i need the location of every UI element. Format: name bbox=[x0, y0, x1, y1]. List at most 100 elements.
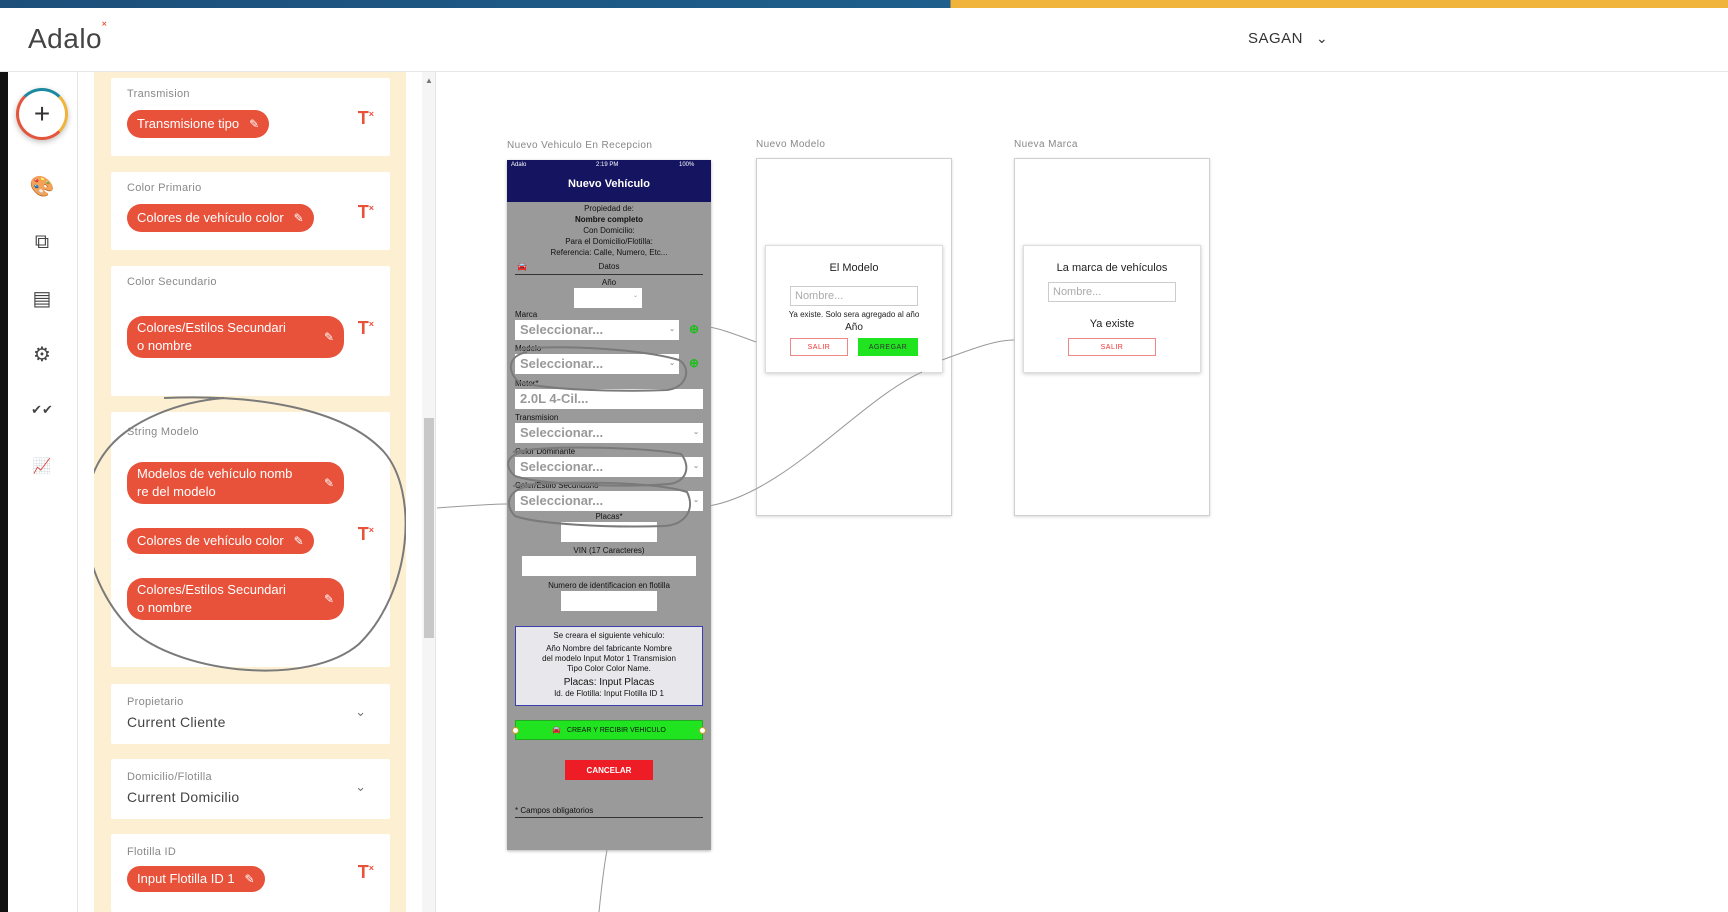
properties-panel: Transmision Transmisione tipo ✎ T× Color … bbox=[94, 72, 406, 912]
magic-text-icon[interactable]: T× bbox=[358, 318, 374, 339]
status-time: 2:19 PM bbox=[596, 162, 619, 168]
scroll-up-icon[interactable]: ▲ bbox=[425, 76, 433, 85]
label-placas: Placas* bbox=[595, 512, 623, 521]
edit-pencil-icon[interactable]: ✎ bbox=[294, 533, 304, 549]
exists-note: Ya existe. Solo sera agregado al año bbox=[788, 310, 920, 319]
modelo-select[interactable]: Seleccionar... ⌄ bbox=[515, 354, 679, 374]
select-value: Current Cliente bbox=[127, 714, 226, 730]
screen-label[interactable]: Nuevo Modelo bbox=[756, 139, 825, 150]
edit-pencil-icon[interactable]: ✎ bbox=[294, 210, 304, 226]
screen-label[interactable]: Nueva Marca bbox=[1014, 139, 1078, 150]
label-color-secundario: Color/Estilo Secundario bbox=[515, 481, 599, 490]
transmision-field: Transmision Transmisione tipo ✎ T× bbox=[111, 78, 390, 156]
add-modelo-icon[interactable]: ⊕ bbox=[689, 356, 699, 370]
phone-header: Adalo 2:19 PM 100% Nuevo Vehículo bbox=[507, 160, 711, 202]
placas-input[interactable] bbox=[561, 522, 657, 542]
summary-placas: Placas: Input Placas bbox=[563, 677, 655, 688]
add-component-button[interactable]: + bbox=[16, 88, 68, 140]
agregar-button[interactable]: AGREGAR bbox=[858, 338, 918, 356]
label-transmision: Transmision bbox=[515, 413, 559, 422]
analytics-chart-icon[interactable]: 📈 bbox=[28, 452, 56, 480]
chevron-down-icon[interactable]: ⌄ bbox=[355, 704, 366, 720]
adalo-logo[interactable]: Adalo˟ bbox=[28, 19, 107, 55]
screen-label[interactable]: Nuevo Vehiculo En Recepcion bbox=[507, 140, 652, 151]
label-anio: Año bbox=[601, 278, 617, 287]
text-con-domicilio: Con Domicilio: bbox=[583, 226, 635, 235]
magic-text-pill[interactable]: Input Flotilla ID 1 ✎ bbox=[127, 866, 265, 892]
screens-icon[interactable]: ⧉ bbox=[28, 228, 56, 256]
top-accent-stripe bbox=[0, 0, 1728, 8]
edit-pencil-icon[interactable]: ✎ bbox=[324, 475, 334, 491]
salir-button[interactable]: SALIR bbox=[790, 338, 848, 356]
magic-text-pill[interactable]: Colores de vehículo color ✎ bbox=[127, 528, 314, 554]
vin-input[interactable] bbox=[522, 556, 696, 576]
resize-handle[interactable] bbox=[512, 727, 519, 734]
edit-pencil-icon[interactable]: ✎ bbox=[244, 871, 254, 887]
field-label: Transmision bbox=[127, 88, 190, 100]
publish-check-icon[interactable]: ✔✔ bbox=[28, 396, 56, 424]
section-datos: Datos bbox=[598, 262, 620, 271]
screen-nueva-marca[interactable]: La marca de vehículos Nombre... Ya exist… bbox=[1014, 158, 1210, 516]
magic-text-icon[interactable]: T× bbox=[358, 524, 374, 545]
divider bbox=[515, 817, 703, 818]
magic-text-pill[interactable]: Colores/Estilos Secundari o nombre ✎ bbox=[127, 316, 344, 358]
color-secundario-select[interactable]: Seleccionar... ⌄ bbox=[515, 491, 703, 511]
panel-scrollbar[interactable]: ▲ bbox=[422, 72, 436, 912]
text-para: Para el Domicilio/Flotilla: bbox=[565, 237, 653, 246]
label-modelo: Modelo bbox=[515, 344, 542, 353]
label-anio: Año bbox=[845, 322, 863, 333]
nombre-input[interactable]: Nombre... bbox=[1048, 282, 1176, 302]
screen-nuevo-vehiculo[interactable]: Adalo 2:19 PM 100% Nuevo Vehículo Propie… bbox=[507, 160, 711, 850]
magic-text-pill[interactable]: Transmisione tipo ✎ bbox=[127, 110, 270, 138]
modal-title: El Modelo bbox=[829, 262, 879, 274]
domicilio-field[interactable]: Domicilio/Flotilla Current Domicilio ⌄ bbox=[111, 759, 390, 819]
anio-dropdown[interactable]: ⌄ bbox=[574, 288, 642, 308]
edit-pencil-icon[interactable]: ✎ bbox=[249, 116, 259, 132]
summary-flotilla: Id. de Flotilla: Input Flotilla ID 1 bbox=[554, 689, 664, 698]
status-carrier: Adalo bbox=[511, 162, 527, 168]
field-label: String Modelo bbox=[127, 426, 199, 438]
car-icon: 🚘 bbox=[552, 727, 561, 734]
select-value: Current Domicilio bbox=[127, 789, 240, 805]
edit-pencil-icon[interactable]: ✎ bbox=[324, 591, 334, 607]
database-icon[interactable]: ▤ bbox=[28, 284, 56, 312]
branding-palette-icon[interactable]: 🎨 bbox=[28, 172, 56, 200]
text-nombre: Nombre completo bbox=[574, 215, 643, 224]
edit-pencil-icon[interactable]: ✎ bbox=[324, 329, 334, 345]
label-vin: VIN (17 Caracteres) bbox=[573, 546, 645, 555]
color-dominante-select[interactable]: Seleccionar... ⌄ bbox=[515, 457, 703, 477]
flotilla-id-field: Flotilla ID Input Flotilla ID 1 ✎ T× bbox=[111, 834, 390, 912]
marca-modal: La marca de vehículos Nombre... Ya exist… bbox=[1023, 245, 1201, 373]
status-battery: 100% bbox=[679, 162, 695, 168]
chevron-down-icon[interactable]: ⌄ bbox=[355, 779, 366, 795]
divider bbox=[515, 274, 703, 275]
label-marca: Marca bbox=[515, 310, 538, 319]
summary-box: Se creara el siguiente vehiculo: Año Nom… bbox=[515, 626, 703, 706]
propietario-field[interactable]: Propietario Current Cliente ⌄ bbox=[111, 684, 390, 744]
settings-gear-icon[interactable]: ⚙ bbox=[28, 340, 56, 368]
scrollbar-thumb[interactable] bbox=[424, 418, 434, 638]
string-modelo-field: String Modelo Modelos de vehículo nomb re… bbox=[111, 412, 390, 667]
marca-select[interactable]: Seleccionar... ⌄ bbox=[515, 320, 679, 340]
numero-id-input[interactable] bbox=[561, 591, 657, 611]
user-menu[interactable]: SAGAN bbox=[1248, 30, 1303, 47]
summary-line: Año Nombre del fabricante Nombre bbox=[546, 644, 672, 653]
transmision-select[interactable]: Seleccionar... ⌄ bbox=[515, 423, 703, 443]
motor-input[interactable]: 2.0L 4-Cil... bbox=[515, 389, 703, 409]
screen-nuevo-modelo[interactable]: El Modelo Nombre... Ya existe. Solo sera… bbox=[756, 158, 952, 516]
magic-text-pill[interactable]: Colores de vehículo color ✎ bbox=[127, 204, 314, 232]
salir-button[interactable]: SALIR bbox=[1068, 338, 1156, 356]
magic-text-icon[interactable]: T× bbox=[358, 862, 374, 883]
crear-recibir-button[interactable]: 🚘 CREAR Y RECIBIR VEHICULO bbox=[512, 720, 706, 740]
summary-line: del modelo Input Motor 1 Transmision bbox=[542, 654, 676, 663]
magic-text-icon[interactable]: T× bbox=[358, 108, 374, 129]
resize-handle[interactable] bbox=[699, 727, 706, 734]
add-marca-icon[interactable]: ⊕ bbox=[689, 322, 699, 336]
label-numero-id: Numero de identificacion en flotilla bbox=[548, 581, 670, 590]
magic-text-pill[interactable]: Colores/Estilos Secundari o nombre ✎ bbox=[127, 578, 344, 620]
magic-text-pill[interactable]: Modelos de vehículo nomb re del modelo ✎ bbox=[127, 462, 344, 504]
magic-text-icon[interactable]: T× bbox=[358, 202, 374, 223]
cancelar-button[interactable]: CANCELAR bbox=[565, 760, 653, 780]
chevron-down-icon[interactable]: ⌄ bbox=[1316, 30, 1328, 47]
nombre-input[interactable]: Nombre... bbox=[790, 286, 918, 306]
